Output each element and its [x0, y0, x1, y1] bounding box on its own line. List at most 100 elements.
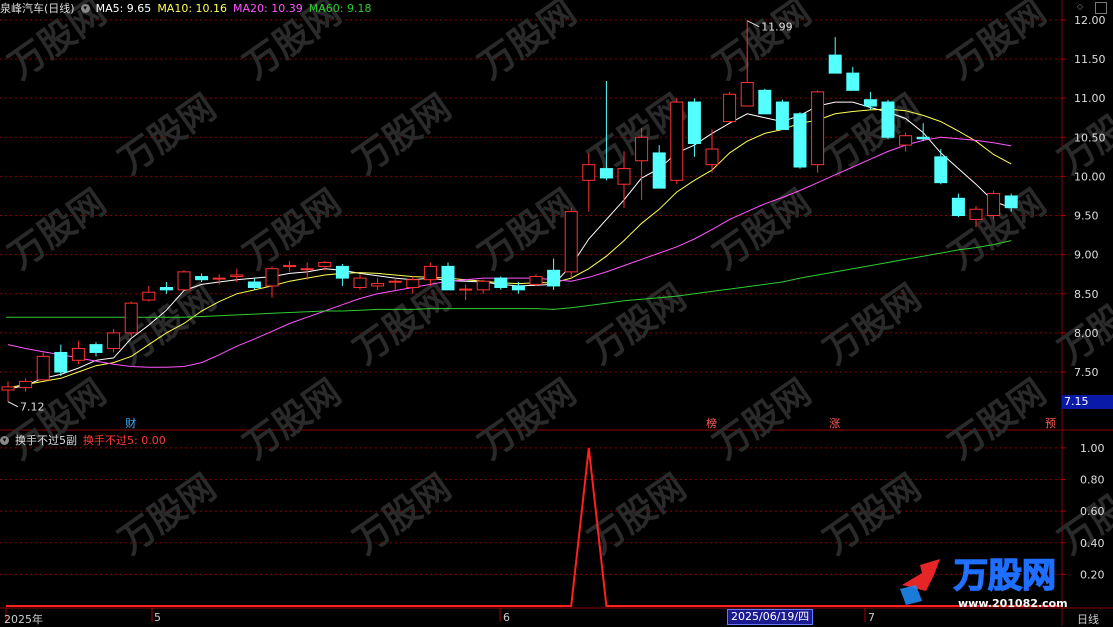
logo-brand-text: 万股网 — [954, 556, 1056, 596]
candle[interactable] — [775, 99, 789, 130]
min-price-label: 7.12 — [20, 401, 45, 414]
indicator-name[interactable]: 换手不过5副 — [15, 432, 77, 448]
candle[interactable] — [107, 328, 121, 353]
candle-body — [705, 148, 719, 166]
square-icon[interactable] — [1095, 2, 1107, 14]
candle-body — [423, 265, 437, 281]
candle[interactable] — [54, 344, 68, 376]
settings-circle-icon[interactable]: ▾ — [80, 3, 90, 13]
candle-body — [899, 135, 913, 146]
candle[interactable] — [353, 274, 367, 290]
candle-body — [36, 355, 50, 381]
candle[interactable] — [247, 278, 261, 290]
price-tick-label: 12.00 — [1074, 14, 1106, 27]
candle[interactable] — [335, 264, 349, 286]
candle[interactable] — [459, 284, 473, 301]
candle[interactable] — [177, 270, 191, 291]
watermark-tile: 万股网 — [582, 467, 694, 563]
ma10-label: MA10: 10.16 — [157, 1, 228, 15]
candle[interactable] — [19, 378, 33, 392]
candle-body — [969, 208, 983, 220]
watermark-tile: 万股网 — [942, 372, 1054, 468]
candle[interactable] — [811, 90, 825, 173]
watermark-tile: 万股网 — [707, 0, 819, 87]
candle[interactable] — [670, 98, 684, 185]
diamond-icon[interactable]: ◇ — [1075, 2, 1085, 12]
candle-body — [300, 268, 314, 271]
indicator-header: ▾ 换手不过5副 换手不过5: 0.00 — [0, 432, 166, 448]
candle-body — [758, 89, 772, 115]
candle[interactable] — [846, 66, 860, 91]
event-marker[interactable]: 榜 — [706, 416, 717, 430]
ma60-label: MA60: 9.18 — [308, 1, 372, 15]
candle[interactable] — [723, 91, 737, 123]
candle[interactable] — [687, 98, 701, 157]
price-tick-label: 10.50 — [1074, 131, 1106, 144]
candle[interactable] — [529, 274, 543, 286]
candle[interactable] — [758, 88, 772, 115]
stock-title[interactable]: 泉峰汽车(日线) — [0, 0, 75, 16]
x-tick-0: 2025年 — [4, 613, 43, 626]
window-controls: ◇ — [1075, 2, 1107, 14]
candle-body — [599, 168, 613, 179]
candle[interactable] — [159, 282, 173, 294]
price-tick-label: 11.00 — [1074, 92, 1106, 105]
candle-body — [19, 380, 33, 389]
candle-body — [107, 332, 121, 350]
candle[interactable] — [934, 149, 948, 185]
candle-body — [987, 193, 1001, 217]
candle[interactable] — [793, 112, 807, 169]
event-marker[interactable]: 涨 — [829, 417, 840, 430]
watermark-tile: 万股网 — [2, 182, 114, 278]
candle-body — [511, 285, 525, 291]
candle-body — [723, 93, 737, 123]
candle[interactable] — [1, 381, 15, 402]
candle[interactable] — [828, 37, 842, 74]
max-price-label: 11.99 — [761, 21, 793, 34]
candle[interactable] — [635, 127, 649, 200]
candle-body — [476, 280, 490, 291]
candle[interactable] — [283, 260, 297, 272]
candle[interactable] — [547, 258, 561, 290]
candle[interactable] — [71, 340, 85, 365]
candle-body — [652, 152, 666, 189]
candle[interactable] — [124, 301, 138, 337]
candle-body — [934, 156, 948, 184]
selected-date[interactable]: 2025/06/19/四 — [727, 609, 814, 625]
candle[interactable] — [494, 276, 508, 290]
candle[interactable] — [388, 278, 402, 290]
candle-body — [441, 265, 455, 291]
candle-body — [142, 291, 156, 301]
candle-body — [494, 277, 508, 289]
candle-body — [828, 54, 842, 74]
candle-body — [89, 344, 103, 353]
candle[interactable] — [89, 342, 103, 357]
candle-body — [846, 72, 860, 91]
candle[interactable] — [476, 279, 490, 294]
candle[interactable] — [987, 190, 1001, 220]
event-marker[interactable]: 财 — [125, 416, 136, 430]
watermark-tile: 万股网 — [347, 87, 459, 183]
candle[interactable] — [652, 145, 666, 189]
price-tick-label: 7.50 — [1074, 366, 1099, 379]
candle-body — [687, 101, 701, 145]
candle[interactable] — [142, 285, 156, 302]
candle[interactable] — [899, 132, 913, 152]
event-marker[interactable]: 预 — [1045, 417, 1056, 430]
candle-body — [916, 136, 930, 140]
candle-body — [54, 351, 68, 373]
candle-body — [247, 281, 261, 289]
candle[interactable] — [441, 262, 455, 291]
candle[interactable] — [951, 193, 965, 218]
candle-body — [1, 386, 15, 391]
candle[interactable] — [36, 352, 50, 381]
candle-body — [635, 136, 649, 162]
candle[interactable] — [265, 266, 279, 298]
candle[interactable] — [881, 99, 895, 139]
candle-body — [529, 276, 543, 285]
candle[interactable] — [371, 278, 385, 290]
current-price-tag: 7.15 — [1062, 395, 1113, 409]
indicator-tick-label: 0.80 — [1080, 474, 1105, 487]
candle[interactable] — [564, 207, 578, 279]
indicator-settings-icon[interactable]: ▾ — [0, 435, 9, 445]
